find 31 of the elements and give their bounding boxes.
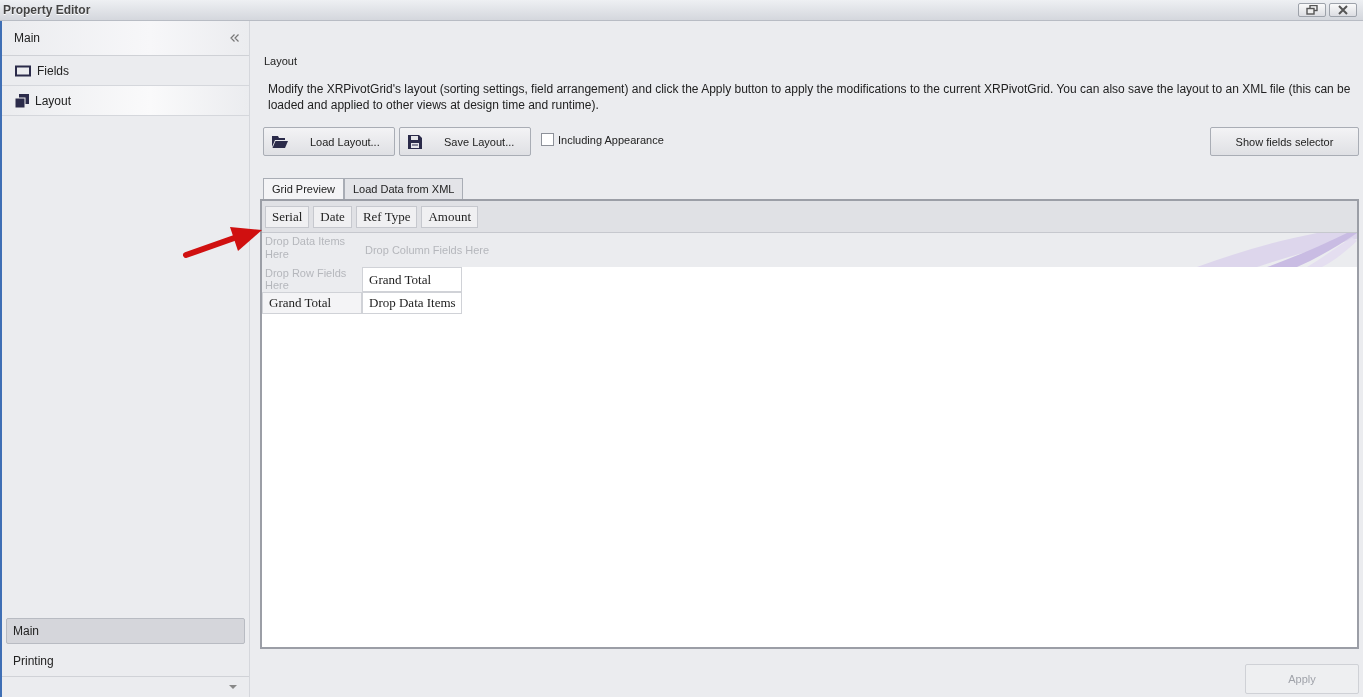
rectangle-icon [15, 64, 31, 77]
checkbox-label: Including Appearance [558, 133, 664, 146]
tab[interactable]: Load Data from XML [343, 178, 464, 199]
field-header[interactable]: Ref Type [355, 205, 418, 228]
stacked-squares-icon [15, 93, 29, 108]
field-header[interactable]: Amount [421, 205, 479, 228]
collapse-icon[interactable] [230, 34, 239, 42]
navigation-group[interactable]: Main [6, 618, 245, 644]
restore-icon [1306, 5, 1318, 15]
field-header[interactable]: Serial [265, 205, 310, 228]
group-title: Main [14, 31, 41, 45]
navigation-group[interactable]: Printing [6, 648, 245, 674]
table-cell: Drop Data Items [362, 292, 462, 314]
column-header-cell: Grand Total [362, 267, 462, 292]
field-header[interactable]: Date [313, 205, 352, 228]
sidebar-item[interactable]: Layout [2, 86, 249, 116]
restore-button[interactable] [1298, 3, 1326, 17]
show-fields-selector-button[interactable]: Show fields selector [1210, 127, 1359, 156]
close-button[interactable] [1329, 3, 1357, 17]
tab[interactable]: Grid Preview [263, 178, 344, 199]
group-header[interactable]: Main [2, 21, 249, 56]
description-text: Modify the XRPivotGrid's layout (sorting settings, field arrangement) and click the Apply button to apply the modifications to the current XRPivotGrid. You can also save the layout to an XML file (this can be loaded and applied to other views at design time and runtime). [268, 81, 1352, 113]
window-title: Property Editor [2, 3, 91, 17]
section-heading: Layout [264, 55, 299, 67]
dropdown-caret-icon[interactable] [229, 685, 237, 689]
close-icon [1338, 5, 1348, 15]
row-header-cell: Grand Total [262, 292, 362, 314]
checkbox[interactable] [541, 133, 554, 146]
folder-icon [272, 135, 288, 148]
load-layout-button[interactable]: Load Layout... [263, 127, 395, 156]
save-layout-button[interactable]: Save Layout... [399, 127, 531, 156]
